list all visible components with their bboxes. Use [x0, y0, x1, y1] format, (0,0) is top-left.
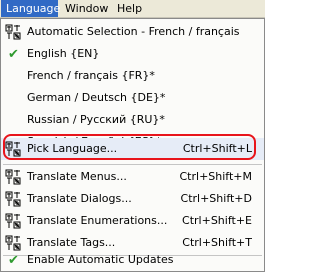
menu-item-label: Russian / Русский {RU}*	[27, 113, 165, 126]
menu-item-label: German / Deutsch {DE}*	[27, 91, 166, 104]
menu-item-automatic-selection[interactable]: Automatic Selection - French / français	[1, 21, 264, 43]
menu-bar: Language Window Help	[0, 0, 265, 18]
menu-item-shortcut: Ctrl+Shift+E	[182, 214, 252, 227]
menu-language[interactable]: Language	[1, 0, 60, 17]
menu-separator	[3, 164, 262, 165]
menu-item-shortcut: Ctrl+Shift+D	[180, 192, 252, 205]
language-icon	[5, 24, 22, 40]
menu-help[interactable]: Help	[112, 0, 146, 17]
menu-item-french[interactable]: French / français {FR}*	[1, 65, 264, 87]
menu-item-translate-enumerations[interactable]: Translate Enumerations... Ctrl+Shift+E	[1, 210, 264, 232]
menu-window[interactable]: Window	[60, 0, 110, 17]
menu-item-label: French / français {FR}*	[27, 69, 155, 82]
check-icon: ✔	[8, 46, 19, 62]
language-icon	[5, 169, 22, 185]
language-dropdown-menu: Automatic Selection - French / français …	[0, 18, 265, 272]
menu-item-german[interactable]: German / Deutsch {DE}*	[1, 87, 264, 109]
menu-item-label: Translate Dialogs...	[27, 192, 132, 205]
menu-item-translate-menus[interactable]: Translate Menus... Ctrl+Shift+M	[1, 166, 264, 188]
menu-item-label: Automatic Selection - French / français	[27, 25, 240, 38]
menu-item-label: Enable Automatic Updates	[27, 253, 174, 266]
menu-item-label: Translate Menus...	[27, 170, 127, 183]
menu-item-enable-automatic-updates[interactable]: ✔ Enable Automatic Updates	[1, 249, 264, 271]
highlight-outline	[3, 134, 256, 160]
menu-item-english[interactable]: ✔ English {EN}	[1, 43, 264, 65]
menu-item-translate-dialogs[interactable]: Translate Dialogs... Ctrl+Shift+D	[1, 188, 264, 210]
menu-item-label: Translate Enumerations...	[27, 214, 168, 227]
menu-item-russian[interactable]: Russian / Русский {RU}*	[1, 109, 264, 131]
language-icon	[5, 213, 22, 229]
check-icon: ✔	[8, 252, 19, 268]
menu-item-shortcut: Ctrl+Shift+M	[179, 170, 253, 183]
language-icon	[5, 191, 22, 207]
menu-item-label: English {EN}	[27, 47, 100, 60]
